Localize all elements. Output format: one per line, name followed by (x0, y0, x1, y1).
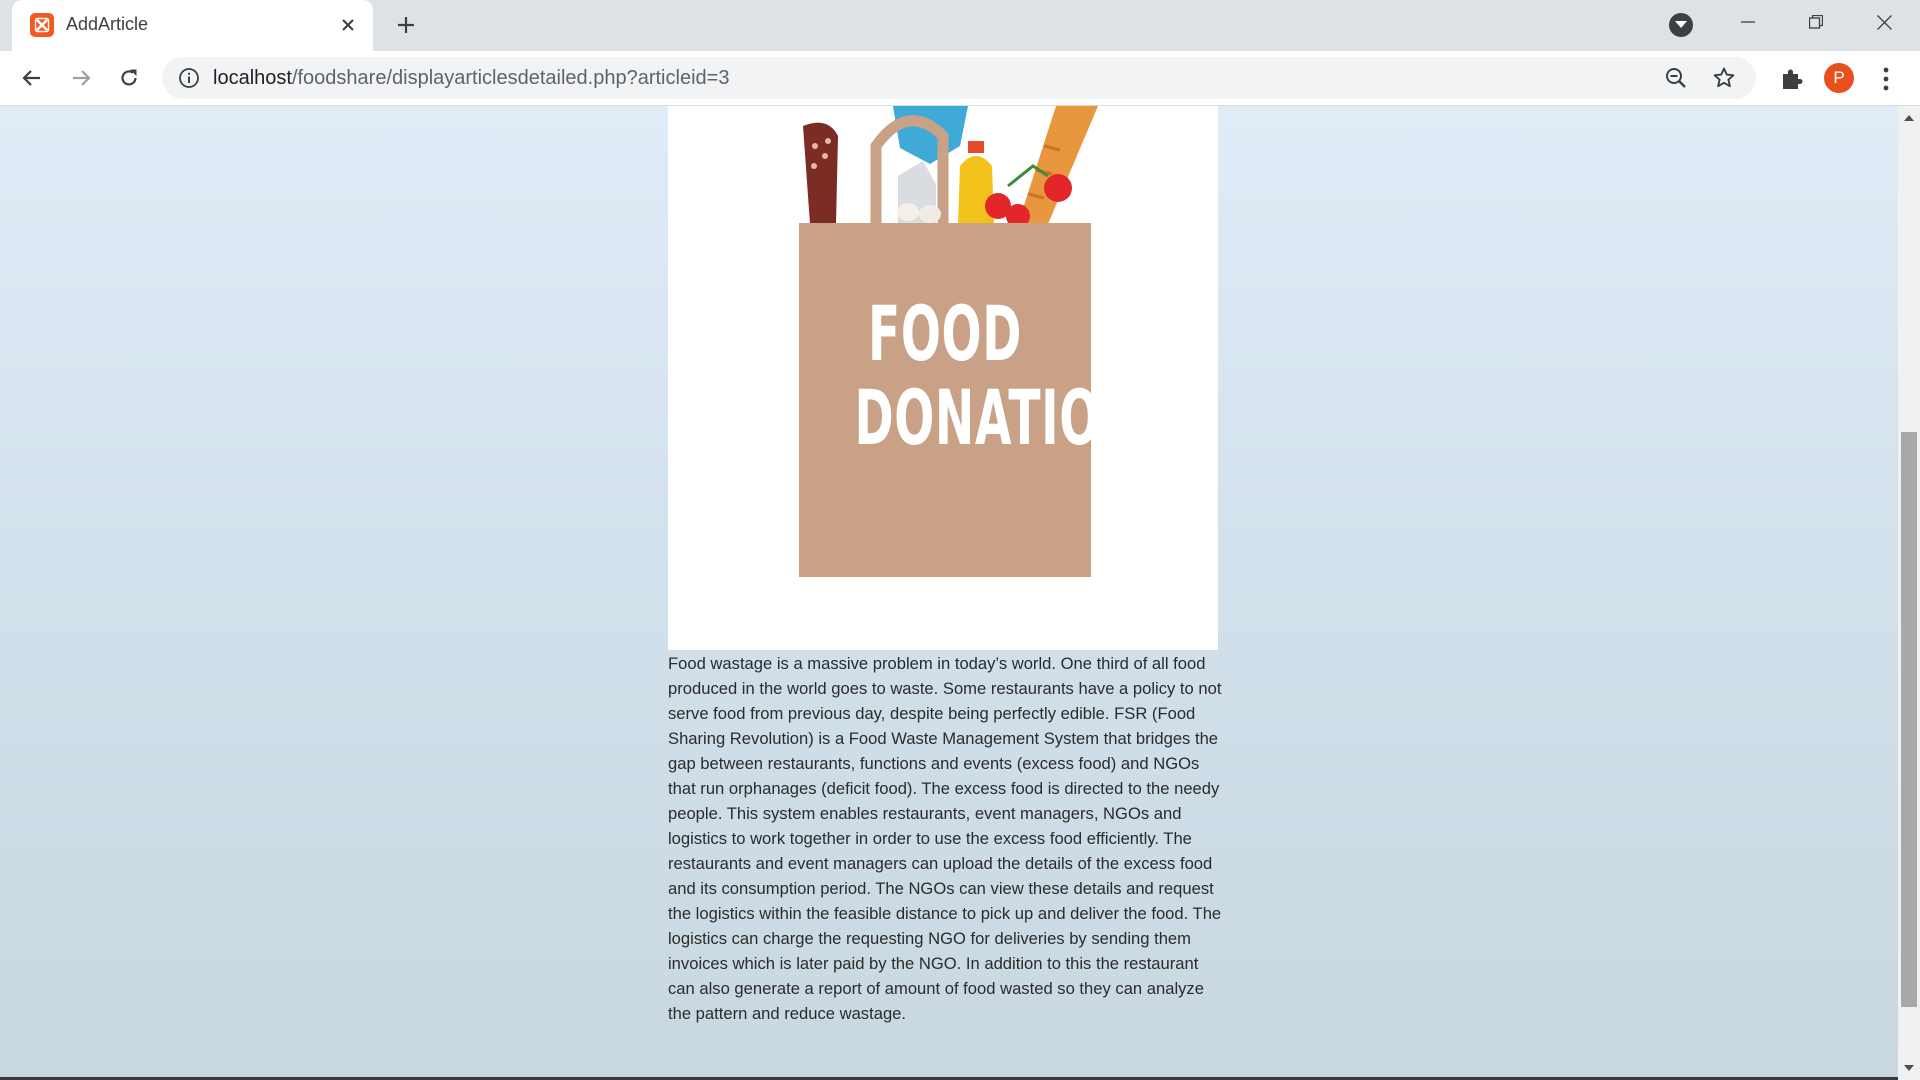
info-icon[interactable] (178, 67, 200, 89)
browser-toolbar: localhost/foodshare/displayarticlesdetai… (0, 51, 1920, 106)
url-path: /foodshare/displayarticlesdetailed.php?a… (291, 67, 730, 89)
address-bar[interactable]: localhost/foodshare/displayarticlesdetai… (162, 57, 1756, 99)
tab-addarticle[interactable]: AddArticle (12, 0, 373, 51)
close-icon[interactable] (1850, 0, 1918, 44)
image-text-line2: DONATION (854, 373, 1141, 462)
article-image: FOOD DONATION (668, 106, 1218, 650)
avatar[interactable]: P (1824, 63, 1854, 93)
xampp-favicon-icon (30, 13, 54, 37)
reload-icon[interactable] (111, 60, 147, 96)
kebab-menu-icon[interactable] (1876, 66, 1896, 92)
food-bag: FOOD DONATION (799, 223, 1141, 577)
page-viewport: FOOD DONATION Food wastage is a massive … (0, 106, 1898, 1080)
puzzle-icon[interactable] (1779, 66, 1805, 92)
scroll-up-arrow-icon[interactable] (1903, 114, 1915, 122)
url-text[interactable]: localhost/foodshare/displayarticlesdetai… (213, 67, 729, 90)
scroll-down-arrow-icon[interactable] (1903, 1064, 1915, 1072)
star-icon[interactable] (1712, 66, 1736, 90)
tab-title: AddArticle (66, 14, 149, 34)
arrow-left-icon[interactable] (14, 60, 50, 96)
groceries-illustration (803, 106, 1098, 228)
article-body: Food wastage is a massive problem in tod… (668, 654, 1222, 1023)
plus-icon[interactable] (392, 11, 420, 39)
restore-icon[interactable] (1782, 0, 1850, 44)
arrow-right-icon[interactable] (63, 60, 99, 96)
vertical-scrollbar[interactable] (1898, 106, 1920, 1080)
scrollbar-thumb[interactable] (1901, 432, 1917, 1007)
chevron-down-icon[interactable] (1669, 13, 1693, 37)
tab-strip: AddArticle (0, 0, 1920, 51)
close-icon[interactable] (335, 12, 361, 38)
zoom-out-icon[interactable] (1664, 66, 1688, 90)
image-text-line1: FOOD (868, 289, 1022, 378)
url-host: localhost (213, 67, 292, 89)
minimize-icon[interactable] (1714, 0, 1782, 44)
